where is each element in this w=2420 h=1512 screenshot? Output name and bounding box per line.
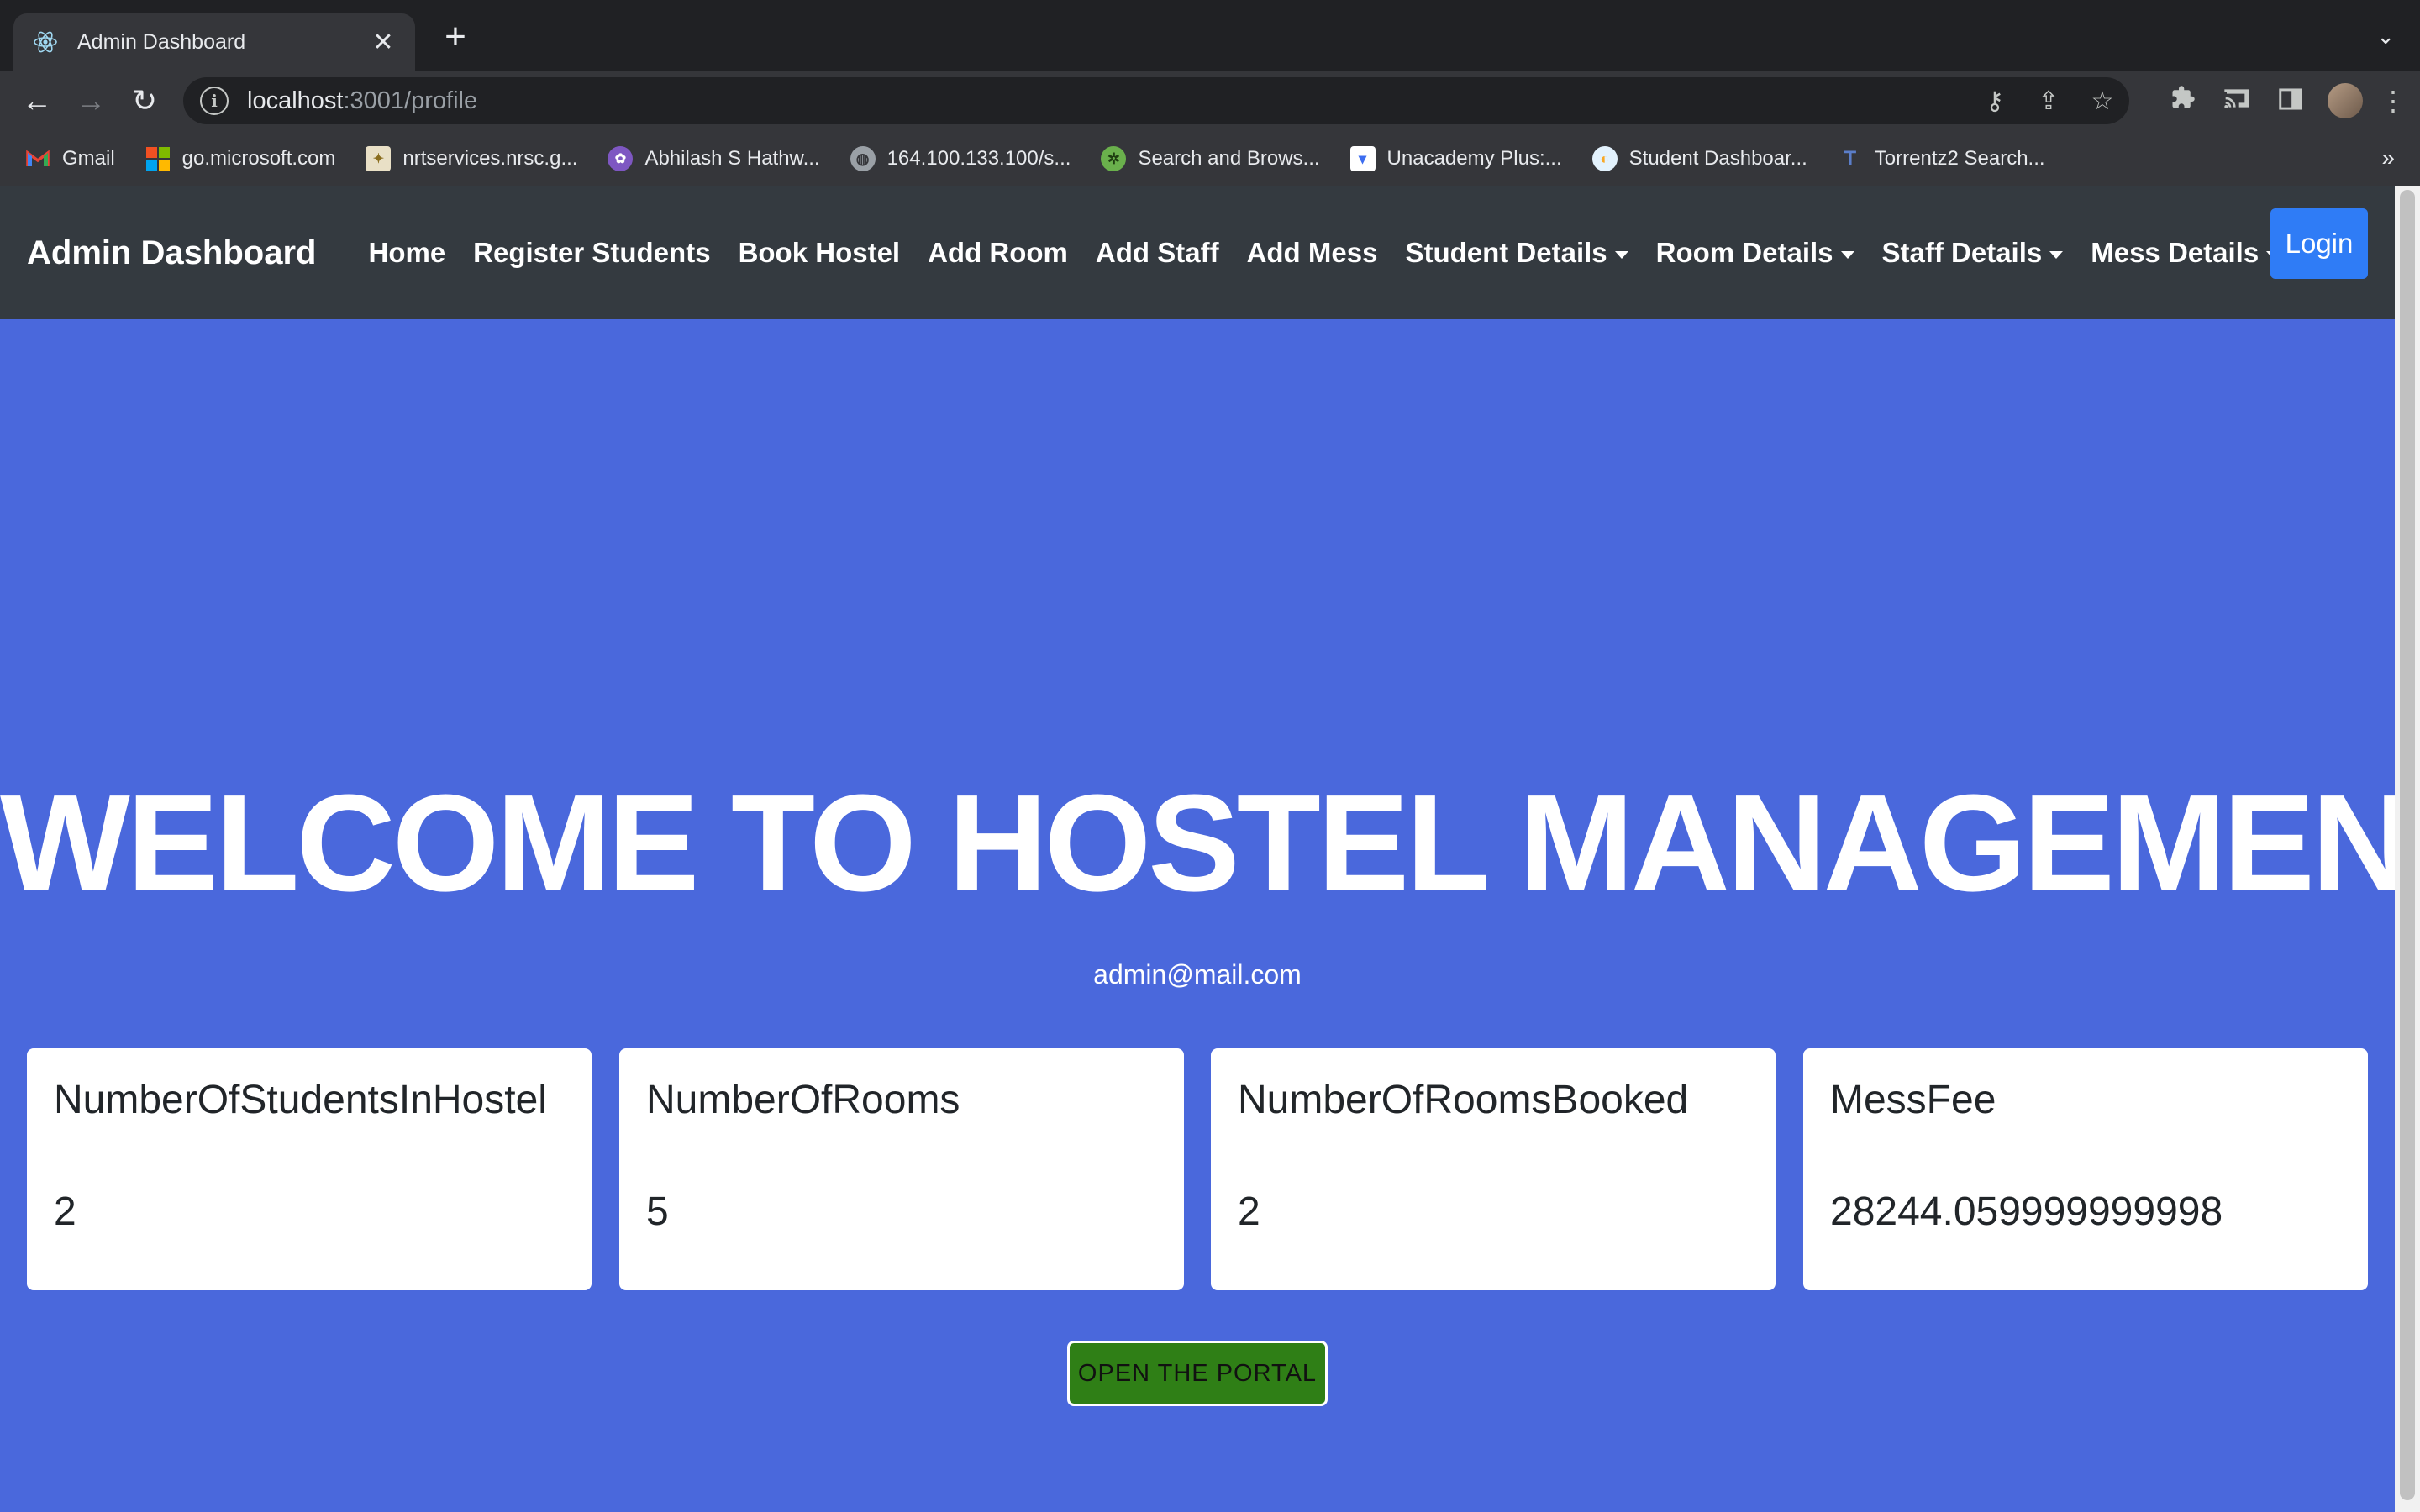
- dropdown-mess-details[interactable]: Mess Details: [2091, 237, 2281, 269]
- nav-book-hostel[interactable]: Book Hostel: [739, 237, 901, 269]
- bookmark-label: Unacademy Plus:...: [1386, 147, 1562, 170]
- stat-card-title: MessFee: [1830, 1078, 1996, 1122]
- dropdown-label: Mess Details: [2091, 237, 2260, 268]
- bookmark-student-dashboard[interactable]: ◐ Student Dashboar...: [1591, 146, 1807, 171]
- stat-card-title: NumberOfRoomsBooked: [1238, 1078, 1689, 1122]
- nav-links: Home Register Students Book Hostel Add R…: [368, 237, 2307, 269]
- bookmark-search-browse[interactable]: ✲ Search and Brows...: [1101, 146, 1320, 171]
- react-logo-icon: [32, 29, 59, 55]
- dropdown-label: Student Details: [1405, 237, 1607, 268]
- open-portal-button[interactable]: OPEN THE PORTAL: [1067, 1341, 1328, 1406]
- bookmark-gmail[interactable]: Gmail: [25, 146, 115, 171]
- bookmark-label: nrtservices.nrsc.g...: [402, 147, 578, 170]
- tab-search-chevron-icon[interactable]: ⌄: [2376, 24, 2395, 50]
- share-icon[interactable]: ⇪: [2022, 87, 2075, 116]
- caret-down-icon: [1840, 250, 1854, 259]
- stat-card-title: NumberOfRooms: [646, 1078, 960, 1122]
- bookmark-label: Abhilash S Hathw...: [644, 147, 820, 170]
- bookmark-abhilash[interactable]: ✿ Abhilash S Hathw...: [608, 146, 820, 171]
- nav-home[interactable]: Home: [368, 237, 445, 269]
- address-bar[interactable]: i localhost:3001/profile ⚷ ⇪ ☆: [183, 77, 2129, 124]
- forward-arrow-icon[interactable]: →: [64, 83, 118, 118]
- login-button[interactable]: Login: [2270, 208, 2368, 279]
- browser-tab[interactable]: Admin Dashboard ✕: [13, 13, 415, 71]
- profile-badge-icon: ✿: [608, 146, 634, 171]
- bookmark-label: Torrentz2 Search...: [1874, 147, 2045, 170]
- admin-navbar: Admin Dashboard Home Register Students B…: [0, 186, 2395, 319]
- dropdown-room-details[interactable]: Room Details: [1656, 237, 1854, 269]
- stat-card-value: 28244.059999999998: [1830, 1189, 2223, 1234]
- url-text[interactable]: localhost:3001/profile: [247, 87, 1968, 115]
- bookmark-star-icon[interactable]: ☆: [2075, 87, 2129, 116]
- bookmark-label: Search and Brows...: [1138, 147, 1320, 170]
- close-tab-icon[interactable]: ✕: [370, 28, 397, 57]
- dropdown-student-details[interactable]: Student Details: [1405, 237, 1628, 269]
- tab-title: Admin Dashboard: [77, 29, 246, 54]
- dropdown-staff-details[interactable]: Staff Details: [1882, 237, 2064, 269]
- tab-strip: Admin Dashboard ✕ + ⌄: [0, 0, 2420, 71]
- url-host: localhost: [247, 87, 344, 114]
- nav-register-students[interactable]: Register Students: [473, 237, 710, 269]
- navbar-brand[interactable]: Admin Dashboard: [27, 234, 316, 272]
- stat-card-mess-fee: MessFee 28244.059999999998: [1803, 1048, 2368, 1290]
- bookmark-label: Gmail: [62, 147, 115, 170]
- page-content: Admin Dashboard Home Register Students B…: [0, 186, 2395, 1512]
- torrentz-icon: T: [1844, 147, 1857, 170]
- extensions-puzzle-icon[interactable]: [2156, 85, 2210, 117]
- more-bookmarks-icon[interactable]: »: [2381, 144, 2395, 171]
- reload-icon[interactable]: ↻: [118, 83, 171, 118]
- stat-card-rooms-booked: NumberOfRoomsBooked 2: [1211, 1048, 1776, 1290]
- film-reel-icon: ✲: [1101, 146, 1127, 171]
- cast-icon[interactable]: [2210, 86, 2264, 117]
- back-arrow-icon[interactable]: ←: [10, 83, 64, 118]
- stat-card-students: NumberOfStudentsInHostel 2: [27, 1048, 592, 1290]
- welcome-heading: WELCOME TO HOSTEL MANAGEMENT: [0, 766, 2395, 920]
- caret-down-icon: [2049, 250, 2064, 259]
- globe-icon: ◍: [850, 146, 876, 171]
- site-info-icon[interactable]: i: [200, 87, 229, 115]
- dropdown-label: Staff Details: [1881, 237, 2043, 268]
- bookmark-unacademy[interactable]: ▾ Unacademy Plus:...: [1349, 146, 1562, 171]
- new-tab-icon[interactable]: +: [437, 18, 474, 55]
- browser-toolbar: ← → ↻ i localhost:3001/profile ⚷ ⇪ ☆ ⋮: [0, 71, 2420, 131]
- bookmark-nrsc[interactable]: ✦ nrtservices.nrsc.g...: [366, 146, 577, 171]
- key-icon[interactable]: ⚷: [1968, 87, 2022, 116]
- url-path: :3001/profile: [343, 87, 478, 114]
- bookmark-label: 164.100.133.100/s...: [886, 147, 1071, 170]
- stat-card-value: 2: [54, 1189, 76, 1234]
- nav-add-staff[interactable]: Add Staff: [1096, 237, 1219, 269]
- unacademy-icon: ▾: [1349, 146, 1376, 171]
- bookmark-microsoft[interactable]: go.microsoft.com: [145, 146, 336, 171]
- page-scrollbar[interactable]: [2395, 186, 2420, 1512]
- bookmark-label: Student Dashboar...: [1628, 147, 1807, 170]
- scrollbar-thumb[interactable]: [2400, 190, 2415, 1500]
- stat-card-rooms: NumberOfRooms 5: [619, 1048, 1184, 1290]
- bookmark-torrentz[interactable]: T Torrentz2 Search...: [1838, 146, 2045, 171]
- microsoft-icon: [145, 146, 171, 171]
- nav-add-mess[interactable]: Add Mess: [1247, 237, 1378, 269]
- admin-email: admin@mail.com: [1093, 959, 1302, 990]
- bookmarks-bar: Gmail go.microsoft.com ✦ nrtservices.nrs…: [0, 131, 2420, 188]
- dashboard-icon: ◐: [1591, 146, 1618, 171]
- nav-add-room[interactable]: Add Room: [928, 237, 1068, 269]
- more-menu-icon[interactable]: ⋮: [2373, 85, 2413, 117]
- stat-card-value: 5: [646, 1189, 669, 1234]
- dropdown-label: Room Details: [1655, 237, 1833, 268]
- stat-card-value: 2: [1238, 1189, 1260, 1234]
- stats-cards: NumberOfStudentsInHostel 2 NumberOfRooms…: [27, 1048, 2368, 1290]
- profile-avatar[interactable]: [2328, 83, 2363, 118]
- nrsc-icon: ✦: [366, 146, 392, 171]
- caret-down-icon: [1614, 250, 1628, 259]
- stat-card-title: NumberOfStudentsInHostel: [54, 1078, 547, 1122]
- side-panel-icon[interactable]: [2264, 86, 2317, 117]
- gmail-icon: [25, 146, 50, 171]
- bookmark-ip[interactable]: ◍ 164.100.133.100/s...: [850, 146, 1071, 171]
- bookmark-label: go.microsoft.com: [182, 147, 336, 170]
